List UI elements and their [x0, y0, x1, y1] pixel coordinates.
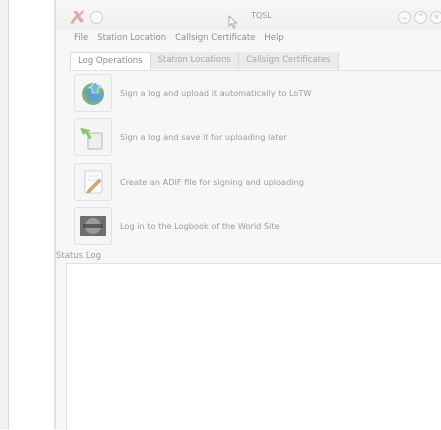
- sign-save-label: Sign a log and save it for uploading lat…: [120, 132, 287, 142]
- create-adif-button[interactable]: [74, 163, 112, 201]
- globe-upload-icon: [82, 81, 104, 105]
- status-log-area[interactable]: [66, 263, 441, 430]
- tqsl-window: TQSL ⌄ ⌃ × File Station Location Callsig…: [55, 0, 441, 430]
- tab-log-operations[interactable]: Log Operations: [70, 52, 151, 70]
- desktop-background: [9, 0, 54, 429]
- pin-button[interactable]: [90, 11, 103, 24]
- menu-station-location[interactable]: Station Location: [97, 33, 166, 45]
- close-button[interactable]: ×: [430, 11, 441, 24]
- logbook-site-label: Log in to the Logbook of the World Site: [120, 221, 280, 231]
- save-log-icon: [79, 127, 103, 150]
- chevron-up-icon: ⌃: [417, 13, 424, 21]
- sign-save-row: Sign a log and save it for uploading lat…: [74, 118, 287, 156]
- maximize-button[interactable]: ⌃: [414, 11, 427, 24]
- create-adif-label: Create an ADIF file for signing and uplo…: [120, 177, 304, 187]
- tab-station-locations[interactable]: Station Locations: [150, 52, 239, 69]
- menu-file[interactable]: File: [74, 33, 88, 45]
- tab-bar: Log Operations Station Locations Callsig…: [70, 52, 339, 70]
- status-log-label: Status Log: [56, 251, 101, 261]
- chevron-down-icon: ⌄: [401, 13, 408, 21]
- mouse-cursor-icon: [228, 15, 238, 29]
- log-operations-panel: Sign a log and upload it automatically t…: [68, 70, 441, 249]
- sign-upload-button[interactable]: [74, 74, 112, 112]
- sign-upload-label: Sign a log and upload it automatically t…: [120, 88, 312, 98]
- menu-help[interactable]: Help: [264, 33, 283, 45]
- sign-upload-row: Sign a log and upload it automatically t…: [74, 74, 312, 112]
- minimize-button[interactable]: ⌄: [398, 11, 411, 24]
- menu-callsign-certificate[interactable]: Callsign Certificate: [175, 33, 255, 45]
- logbook-site-icon: [80, 216, 106, 236]
- close-icon: ×: [433, 13, 440, 21]
- edit-document-icon: [84, 170, 103, 194]
- sign-save-button[interactable]: [74, 118, 112, 156]
- title-bar[interactable]: TQSL ⌄ ⌃ ×: [56, 0, 441, 30]
- window-title: TQSL: [251, 11, 272, 20]
- background-window-edge: [0, 0, 9, 429]
- tab-callsign-certificates[interactable]: Callsign Certificates: [238, 52, 339, 69]
- app-icon: [70, 10, 84, 24]
- logbook-site-button[interactable]: [74, 207, 112, 245]
- create-adif-row: Create an ADIF file for signing and uplo…: [74, 163, 304, 201]
- menu-bar: File Station Location Callsign Certifica…: [74, 33, 284, 45]
- logbook-site-row: Log in to the Logbook of the World Site: [74, 207, 280, 245]
